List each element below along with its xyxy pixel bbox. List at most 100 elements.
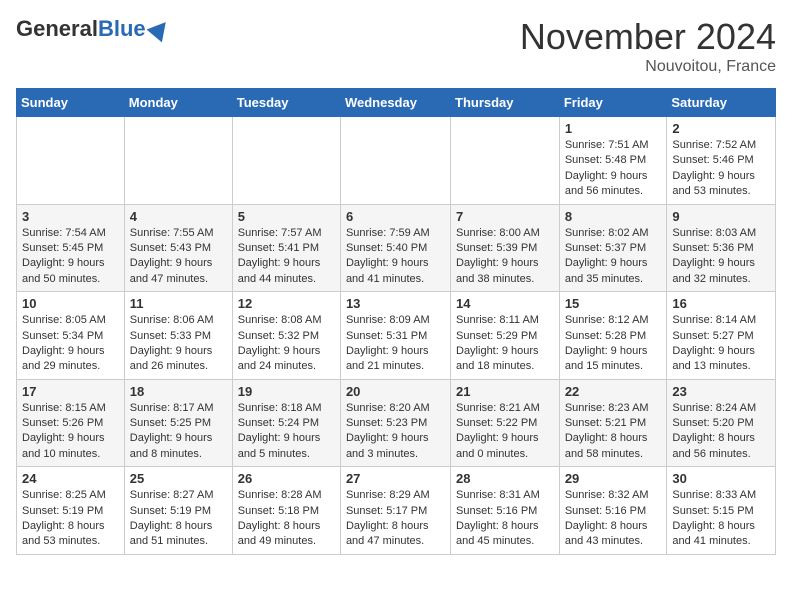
calendar-day-cell: 12 Sunrise: 8:08 AMSunset: 5:32 PMDayligh… bbox=[232, 292, 340, 380]
day-number: 7 bbox=[456, 209, 554, 224]
day-number: 29 bbox=[565, 471, 662, 486]
calendar-day-cell: 21 Sunrise: 8:21 AMSunset: 5:22 PMDayligh… bbox=[451, 379, 560, 467]
day-number: 26 bbox=[238, 471, 335, 486]
calendar-week-row: 17 Sunrise: 8:15 AMSunset: 5:26 PMDayligh… bbox=[17, 379, 776, 467]
weekday-header-cell: Monday bbox=[124, 89, 232, 117]
calendar-day-cell: 8 Sunrise: 8:02 AMSunset: 5:37 PMDaylight… bbox=[559, 204, 667, 292]
day-number: 30 bbox=[672, 471, 770, 486]
day-number: 1 bbox=[565, 121, 662, 136]
day-number: 21 bbox=[456, 384, 554, 399]
logo-general-text: General bbox=[16, 16, 98, 42]
day-number: 3 bbox=[22, 209, 119, 224]
calendar-day-cell: 17 Sunrise: 8:15 AMSunset: 5:26 PMDayligh… bbox=[17, 379, 125, 467]
day-info: Sunrise: 8:05 AMSunset: 5:34 PMDaylight:… bbox=[22, 313, 119, 375]
day-info: Sunrise: 8:21 AMSunset: 5:22 PMDaylight:… bbox=[456, 401, 554, 463]
calendar-week-row: 24 Sunrise: 8:25 AMSunset: 5:19 PMDayligh… bbox=[17, 467, 776, 555]
day-info: Sunrise: 8:24 AMSunset: 5:20 PMDaylight:… bbox=[672, 401, 770, 463]
calendar-day-cell: 24 Sunrise: 8:25 AMSunset: 5:19 PMDayligh… bbox=[17, 467, 125, 555]
logo-blue-text: Blue bbox=[98, 16, 146, 42]
day-info: Sunrise: 8:23 AMSunset: 5:21 PMDaylight:… bbox=[565, 401, 662, 463]
calendar-day-cell: 4Sunrise: 7:55 AMSunset: 5:43 PMDaylight… bbox=[124, 204, 232, 292]
location-subtitle: Nouvoitou, France bbox=[520, 58, 776, 76]
day-number: 10 bbox=[22, 296, 119, 311]
day-info: Sunrise: 7:57 AMSunset: 5:41 PMDaylight:… bbox=[238, 226, 335, 288]
calendar-day-cell: 14 Sunrise: 8:11 AMSunset: 5:29 PMDayligh… bbox=[451, 292, 560, 380]
day-number: 23 bbox=[672, 384, 770, 399]
weekday-header-cell: Saturday bbox=[667, 89, 776, 117]
day-info: Sunrise: 8:06 AMSunset: 5:33 PMDaylight:… bbox=[130, 313, 227, 375]
calendar-day-cell: 16 Sunrise: 8:14 AMSunset: 5:27 PMDayligh… bbox=[667, 292, 776, 380]
day-number: 14 bbox=[456, 296, 554, 311]
day-info: Sunrise: 8:00 AMSunset: 5:39 PMDaylight:… bbox=[456, 226, 554, 288]
calendar-day-cell bbox=[340, 117, 450, 205]
day-info: Sunrise: 8:03 AMSunset: 5:36 PMDaylight:… bbox=[672, 226, 770, 288]
day-info: Sunrise: 8:27 AMSunset: 5:19 PMDaylight:… bbox=[130, 488, 227, 550]
day-number: 2 bbox=[672, 121, 770, 136]
day-info: Sunrise: 8:31 AMSunset: 5:16 PMDaylight:… bbox=[456, 488, 554, 550]
logo-arrow-icon bbox=[146, 16, 173, 43]
weekday-header-cell: Friday bbox=[559, 89, 667, 117]
calendar-week-row: 1 Sunrise: 7:51 AMSunset: 5:48 PMDaylight… bbox=[17, 117, 776, 205]
calendar-week-row: 3 Sunrise: 7:54 AMSunset: 5:45 PMDaylight… bbox=[17, 204, 776, 292]
day-info: Sunrise: 8:15 AMSunset: 5:26 PMDaylight:… bbox=[22, 401, 119, 463]
day-number: 25 bbox=[130, 471, 227, 486]
calendar-day-cell: 9 Sunrise: 8:03 AMSunset: 5:36 PMDaylight… bbox=[667, 204, 776, 292]
day-info: Sunrise: 7:51 AMSunset: 5:48 PMDaylight:… bbox=[565, 138, 662, 200]
day-number: 19 bbox=[238, 384, 335, 399]
calendar-day-cell bbox=[232, 117, 340, 205]
calendar-day-cell: 11 Sunrise: 8:06 AMSunset: 5:33 PMDayligh… bbox=[124, 292, 232, 380]
calendar-day-cell: 13 Sunrise: 8:09 AMSunset: 5:31 PMDayligh… bbox=[340, 292, 450, 380]
calendar-day-cell bbox=[124, 117, 232, 205]
day-info: Sunrise: 8:20 AMSunset: 5:23 PMDaylight:… bbox=[346, 401, 445, 463]
calendar-day-cell: 22 Sunrise: 8:23 AMSunset: 5:21 PMDayligh… bbox=[559, 379, 667, 467]
calendar-day-cell: 6Sunrise: 7:59 AMSunset: 5:40 PMDaylight… bbox=[340, 204, 450, 292]
day-number: 9 bbox=[672, 209, 770, 224]
day-info: Sunrise: 8:09 AMSunset: 5:31 PMDaylight:… bbox=[346, 313, 445, 375]
day-number: 22 bbox=[565, 384, 662, 399]
day-number: 20 bbox=[346, 384, 445, 399]
weekday-header-cell: Sunday bbox=[17, 89, 125, 117]
calendar-day-cell: 5 Sunrise: 7:57 AMSunset: 5:41 PMDaylight… bbox=[232, 204, 340, 292]
calendar-day-cell: 7 Sunrise: 8:00 AMSunset: 5:39 PMDaylight… bbox=[451, 204, 560, 292]
day-number: 11 bbox=[130, 296, 227, 311]
calendar-day-cell bbox=[17, 117, 125, 205]
calendar-day-cell: 20 Sunrise: 8:20 AMSunset: 5:23 PMDayligh… bbox=[340, 379, 450, 467]
day-info: Sunrise: 8:17 AMSunset: 5:25 PMDaylight:… bbox=[130, 401, 227, 463]
day-number: 27 bbox=[346, 471, 445, 486]
day-info: Sunrise: 8:29 AMSunset: 5:17 PMDaylight:… bbox=[346, 488, 445, 550]
calendar-day-cell: 23 Sunrise: 8:24 AMSunset: 5:20 PMDayligh… bbox=[667, 379, 776, 467]
day-number: 8 bbox=[565, 209, 662, 224]
day-info: Sunrise: 8:02 AMSunset: 5:37 PMDaylight:… bbox=[565, 226, 662, 288]
day-info: Sunrise: 7:54 AMSunset: 5:45 PMDaylight:… bbox=[22, 226, 119, 288]
calendar-day-cell: 28 Sunrise: 8:31 AMSunset: 5:16 PMDayligh… bbox=[451, 467, 560, 555]
day-info: Sunrise: 8:28 AMSunset: 5:18 PMDaylight:… bbox=[238, 488, 335, 550]
day-info: Sunrise: 8:11 AMSunset: 5:29 PMDaylight:… bbox=[456, 313, 554, 375]
day-number: 17 bbox=[22, 384, 119, 399]
calendar-table: SundayMondayTuesdayWednesdayThursdayFrid… bbox=[16, 88, 776, 555]
day-info: Sunrise: 8:08 AMSunset: 5:32 PMDaylight:… bbox=[238, 313, 335, 375]
month-title: November 2024 bbox=[520, 16, 776, 58]
header: General Blue November 2024 Nouvoitou, Fr… bbox=[16, 16, 776, 76]
calendar-day-cell: 29 Sunrise: 8:32 AMSunset: 5:16 PMDayligh… bbox=[559, 467, 667, 555]
calendar-day-cell: 25 Sunrise: 8:27 AMSunset: 5:19 PMDayligh… bbox=[124, 467, 232, 555]
calendar-day-cell: 15 Sunrise: 8:12 AMSunset: 5:28 PMDayligh… bbox=[559, 292, 667, 380]
calendar-day-cell: 30Sunrise: 8:33 AMSunset: 5:15 PMDayligh… bbox=[667, 467, 776, 555]
calendar-day-cell: 1 Sunrise: 7:51 AMSunset: 5:48 PMDaylight… bbox=[559, 117, 667, 205]
day-info: Sunrise: 8:14 AMSunset: 5:27 PMDaylight:… bbox=[672, 313, 770, 375]
calendar-body: 1 Sunrise: 7:51 AMSunset: 5:48 PMDaylight… bbox=[17, 117, 776, 555]
day-number: 15 bbox=[565, 296, 662, 311]
day-number: 5 bbox=[238, 209, 335, 224]
day-number: 12 bbox=[238, 296, 335, 311]
day-info: Sunrise: 8:32 AMSunset: 5:16 PMDaylight:… bbox=[565, 488, 662, 550]
day-number: 28 bbox=[456, 471, 554, 486]
weekday-header-cell: Thursday bbox=[451, 89, 560, 117]
day-info: Sunrise: 8:25 AMSunset: 5:19 PMDaylight:… bbox=[22, 488, 119, 550]
day-number: 24 bbox=[22, 471, 119, 486]
title-area: November 2024 Nouvoitou, France bbox=[520, 16, 776, 76]
day-info: Sunrise: 8:12 AMSunset: 5:28 PMDaylight:… bbox=[565, 313, 662, 375]
day-number: 13 bbox=[346, 296, 445, 311]
day-number: 16 bbox=[672, 296, 770, 311]
weekday-header-cell: Tuesday bbox=[232, 89, 340, 117]
calendar-day-cell: 19Sunrise: 8:18 AMSunset: 5:24 PMDayligh… bbox=[232, 379, 340, 467]
calendar-week-row: 10 Sunrise: 8:05 AMSunset: 5:34 PMDayligh… bbox=[17, 292, 776, 380]
